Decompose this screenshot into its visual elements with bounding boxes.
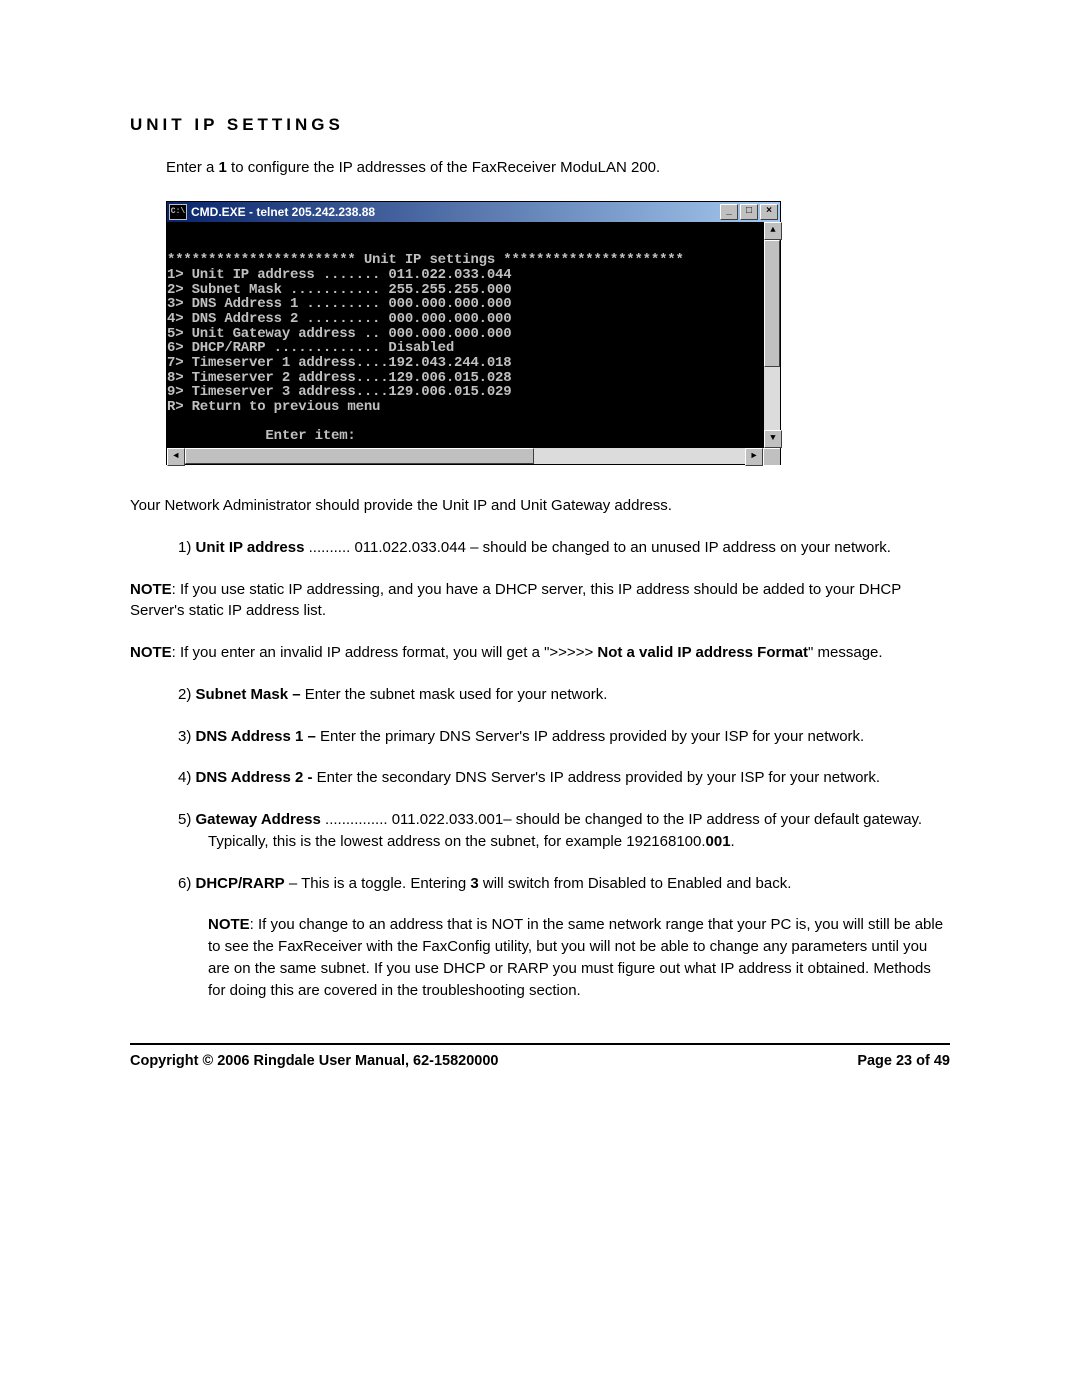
item-number: 5): [178, 811, 196, 828]
item-mid: – This is a toggle. Entering: [285, 875, 471, 892]
item-bold2: 001: [706, 833, 731, 850]
item-bold: Gateway Address: [196, 811, 321, 828]
list-item-2: 2) Subnet Mask – Enter the subnet mask u…: [208, 684, 950, 706]
footer-right: Page 23 of 49: [857, 1053, 950, 1069]
note-end: " message.: [808, 644, 883, 661]
note-mid: : If you enter an invalid IP address for…: [172, 644, 598, 661]
note-bold2: Not a valid IP address Format: [597, 644, 808, 661]
cmd-window: C:\ CMD.EXE - telnet 205.242.238.88 _ □ …: [166, 201, 781, 465]
item-text: Enter the subnet mask used for your netw…: [301, 686, 608, 703]
item-bold: DHCP/RARP: [196, 875, 285, 892]
intro-prefix: Enter a: [166, 159, 219, 176]
item-bold: Unit IP address: [196, 539, 305, 556]
note-label: NOTE: [130, 644, 172, 661]
intro-paragraph: Enter a 1 to configure the IP addresses …: [166, 157, 950, 179]
item-number: 4): [178, 769, 196, 786]
note-1: NOTE: If you use static IP addressing, a…: [130, 579, 950, 623]
admin-note: Your Network Administrator should provid…: [130, 495, 950, 517]
scroll-left-button[interactable]: ◄: [167, 448, 185, 466]
horizontal-scrollbar[interactable]: ◄ ►: [167, 448, 780, 464]
intro-suffix: to configure the IP addresses of the Fax…: [227, 159, 660, 176]
vertical-scroll-track[interactable]: [764, 240, 780, 430]
item-number: 3): [178, 728, 196, 745]
item-bold: DNS Address 2 -: [196, 769, 313, 786]
item-number: 2): [178, 686, 196, 703]
scroll-right-button[interactable]: ►: [745, 448, 763, 466]
subnote-label: NOTE: [208, 916, 250, 933]
note-text: : If you use static IP addressing, and y…: [130, 581, 901, 620]
list-item-5: 5) Gateway Address ............... 011.0…: [208, 809, 950, 853]
item-text: .......... 011.022.033.044 – should be c…: [304, 539, 891, 556]
close-button[interactable]: ×: [760, 204, 778, 220]
minimize-button[interactable]: _: [720, 204, 738, 220]
item-bold: Subnet Mask –: [196, 686, 301, 703]
subnote-text: : If you change to an address that is NO…: [208, 916, 943, 998]
horizontal-scroll-thumb[interactable]: [185, 448, 534, 464]
maximize-button[interactable]: □: [740, 204, 758, 220]
window-titlebar: C:\ CMD.EXE - telnet 205.242.238.88 _ □ …: [167, 202, 780, 222]
sub-note: NOTE: If you change to an address that i…: [208, 914, 950, 1001]
resize-grip[interactable]: [763, 448, 780, 465]
list-item-3: 3) DNS Address 1 – Enter the primary DNS…: [208, 726, 950, 748]
horizontal-scroll-track[interactable]: [185, 448, 745, 464]
scroll-up-button[interactable]: ▲: [764, 222, 782, 240]
note-label: NOTE: [130, 581, 172, 598]
item-text: Enter the primary DNS Server's IP addres…: [316, 728, 864, 745]
item-number: 1): [178, 539, 196, 556]
terminal-content: *********************** Unit IP settings…: [167, 222, 764, 448]
list-item-6: 6) DHCP/RARP – This is a toggle. Enterin…: [208, 873, 950, 895]
item-bold: DNS Address 1 –: [196, 728, 316, 745]
footer-rule: [130, 1043, 950, 1045]
page-footer: Copyright © 2006 Ringdale User Manual, 6…: [130, 1053, 950, 1069]
list-item-1: 1) Unit IP address .......... 011.022.03…: [208, 537, 950, 559]
section-heading: UNIT IP SETTINGS: [130, 115, 950, 135]
cmd-icon: C:\: [169, 204, 187, 220]
vertical-scrollbar[interactable]: ▲ ▼: [764, 222, 780, 448]
footer-left: Copyright © 2006 Ringdale User Manual, 6…: [130, 1053, 499, 1069]
window-title: CMD.EXE - telnet 205.242.238.88: [191, 205, 718, 219]
scroll-down-button[interactable]: ▼: [764, 430, 782, 448]
item-end: will switch from Disabled to Enabled and…: [479, 875, 792, 892]
vertical-scroll-thumb[interactable]: [764, 240, 780, 368]
item-end: .: [731, 833, 735, 850]
item-bold2: 3: [470, 875, 478, 892]
intro-bold: 1: [219, 159, 227, 176]
list-item-4: 4) DNS Address 2 - Enter the secondary D…: [208, 767, 950, 789]
item-text: Enter the secondary DNS Server's IP addr…: [313, 769, 881, 786]
item-number: 6): [178, 875, 196, 892]
note-2: NOTE: If you enter an invalid IP address…: [130, 642, 950, 664]
